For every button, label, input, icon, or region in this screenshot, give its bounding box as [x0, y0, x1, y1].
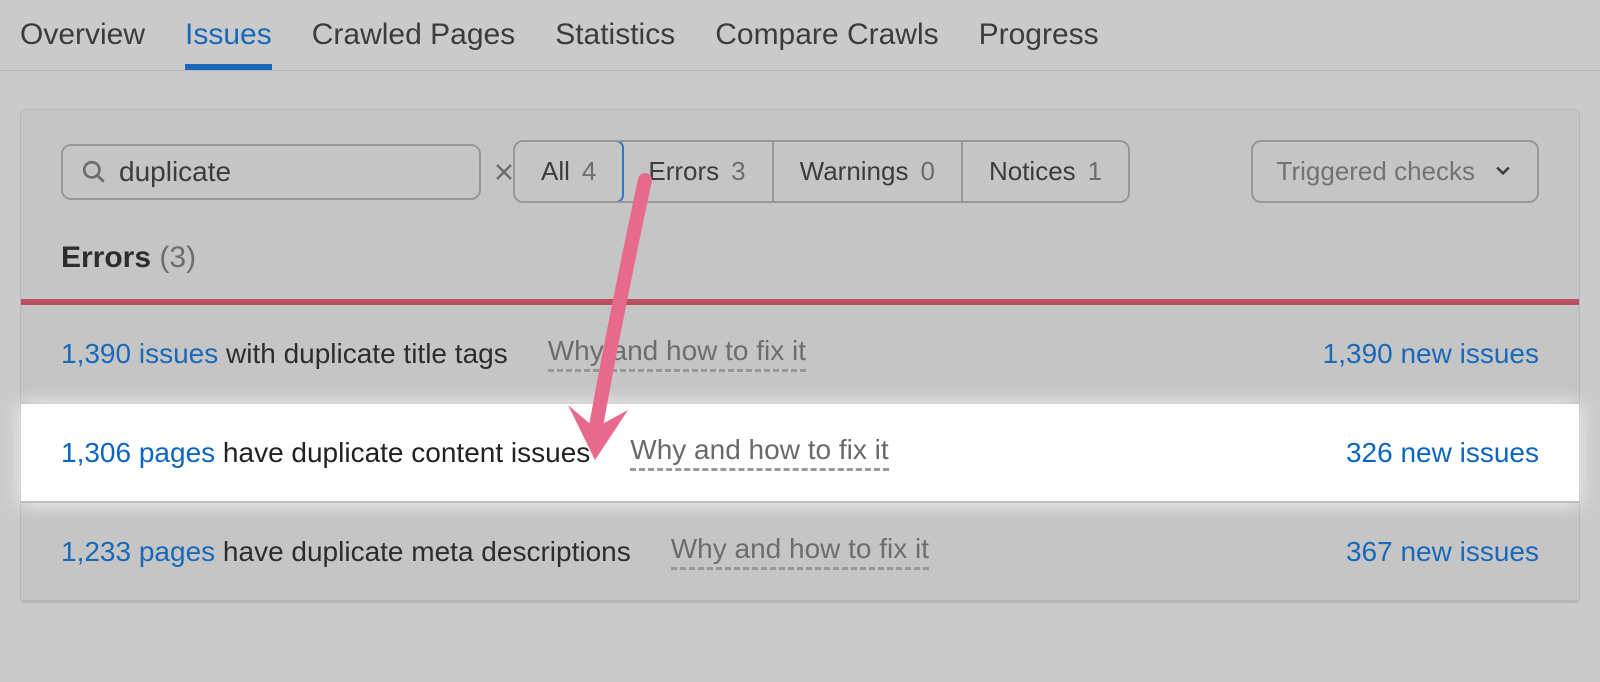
issue-text: with duplicate title tags [218, 338, 508, 369]
tabs-nav: Overview Issues Crawled Pages Statistics… [0, 0, 1600, 71]
table-row: 1,306 pages have duplicate content issue… [21, 404, 1579, 503]
table-row: 1,390 issues with duplicate title tags W… [21, 305, 1579, 404]
table-row: 1,233 pages have duplicate meta descript… [21, 503, 1579, 602]
why-how-link[interactable]: Why and how to fix it [630, 434, 888, 471]
tab-crawled-pages[interactable]: Crawled Pages [312, 18, 515, 70]
new-issues-link[interactable]: 367 new issues [1346, 536, 1539, 568]
tab-compare-crawls[interactable]: Compare Crawls [715, 18, 938, 70]
new-issues-link[interactable]: 326 new issues [1346, 437, 1539, 469]
triggered-checks-dropdown[interactable]: Triggered checks [1251, 140, 1539, 203]
dropdown-label: Triggered checks [1277, 156, 1475, 187]
filter-warnings-label: Warnings [800, 156, 909, 187]
filter-all[interactable]: All 4 [513, 140, 624, 203]
filter-segment: All 4 Errors 3 Warnings 0 Notices 1 [513, 140, 1130, 203]
issue-text: have duplicate meta descriptions [215, 536, 631, 567]
why-how-link[interactable]: Why and how to fix it [671, 533, 929, 570]
section-title-text: Errors [61, 241, 151, 274]
section-title: Errors (3) [21, 229, 1579, 299]
search-icon [81, 159, 107, 185]
filter-errors[interactable]: Errors 3 [622, 142, 773, 201]
filter-notices[interactable]: Notices 1 [963, 142, 1128, 201]
filter-all-count: 4 [582, 156, 596, 187]
filter-errors-label: Errors [648, 156, 719, 187]
new-issues-link[interactable]: 1,390 new issues [1323, 338, 1539, 370]
issue-count-link[interactable]: 1,306 pages [61, 437, 215, 468]
issue-count-link[interactable]: 1,390 issues [61, 338, 218, 369]
tab-issues[interactable]: Issues [185, 18, 272, 70]
filter-notices-count: 1 [1088, 156, 1102, 187]
filter-warnings[interactable]: Warnings 0 [774, 142, 963, 201]
search-input[interactable] [119, 156, 480, 188]
filter-all-label: All [541, 156, 570, 187]
toolbar: All 4 Errors 3 Warnings 0 Notices 1 Trig… [21, 140, 1579, 229]
tab-statistics[interactable]: Statistics [555, 18, 675, 70]
tab-overview[interactable]: Overview [20, 18, 145, 70]
search-box[interactable] [61, 144, 481, 200]
chevron-down-icon [1493, 156, 1513, 187]
filter-warnings-count: 0 [920, 156, 934, 187]
issues-panel: All 4 Errors 3 Warnings 0 Notices 1 Trig… [20, 109, 1580, 603]
why-how-link[interactable]: Why and how to fix it [548, 335, 806, 372]
issue-text: have duplicate content issues [215, 437, 590, 468]
tab-progress[interactable]: Progress [979, 18, 1099, 70]
filter-errors-count: 3 [731, 156, 745, 187]
issue-count-link[interactable]: 1,233 pages [61, 536, 215, 567]
section-title-count: (3) [159, 241, 196, 274]
issues-list: 1,390 issues with duplicate title tags W… [21, 299, 1579, 602]
filter-notices-label: Notices [989, 156, 1076, 187]
